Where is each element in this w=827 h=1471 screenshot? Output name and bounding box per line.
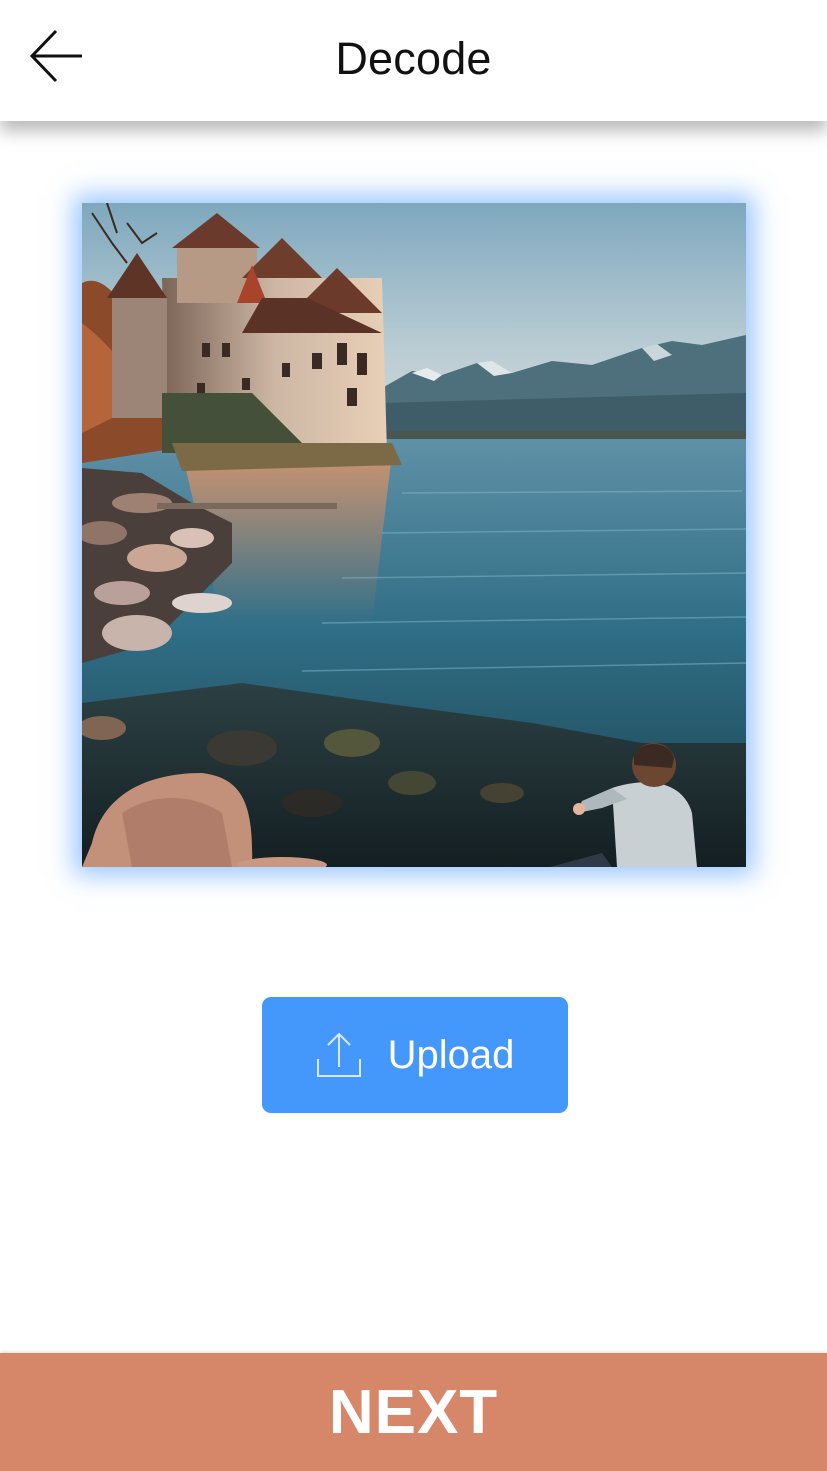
- upload-icon: [316, 1031, 362, 1079]
- upload-label: Upload: [387, 1032, 515, 1077]
- page-title: Decode: [335, 33, 492, 84]
- selected-image: [82, 203, 746, 867]
- next-label: NEXT: [328, 1377, 499, 1447]
- upload-button[interactable]: Upload: [262, 997, 568, 1113]
- decode-screen: Decode Upload NEXT: [0, 0, 827, 1471]
- header-bar: Decode: [0, 0, 827, 121]
- next-button[interactable]: NEXT: [0, 1353, 827, 1471]
